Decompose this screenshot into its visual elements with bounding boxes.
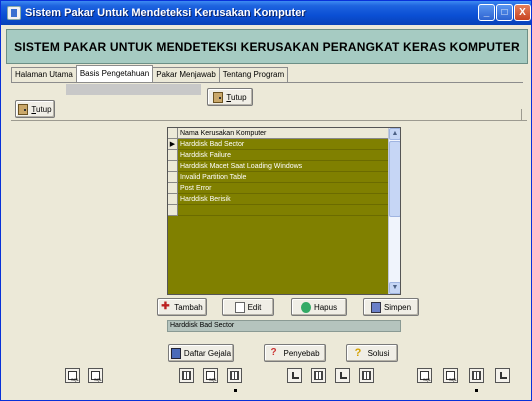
table-cell[interactable]: Invalid Partition Table bbox=[179, 172, 246, 183]
edit-label: Edit bbox=[247, 302, 262, 312]
table-row[interactable]: Harddisk Berisik bbox=[168, 194, 388, 205]
tab-basis-pengetahuan[interactable]: Basis Pengetahuan bbox=[75, 65, 154, 82]
row-indicator bbox=[168, 128, 178, 139]
save-icon bbox=[370, 301, 381, 313]
grid-icon[interactable] bbox=[469, 368, 484, 383]
sql-icon[interactable] bbox=[65, 368, 80, 383]
add-icon: ✚ bbox=[161, 300, 170, 312]
scroll-thumb[interactable] bbox=[389, 141, 400, 217]
edit-icon bbox=[234, 301, 245, 313]
door-icon bbox=[18, 103, 29, 115]
simpen-button[interactable]: Simpen bbox=[363, 298, 419, 316]
tab-halaman-utama[interactable]: Halaman Utama bbox=[11, 67, 77, 82]
focus-dot bbox=[475, 389, 478, 392]
tab-bar: Halaman Utama Basis Pengetahuan Pakar Me… bbox=[11, 65, 289, 83]
row-indicator bbox=[168, 194, 178, 205]
table-row-empty[interactable] bbox=[168, 205, 388, 216]
current-row-icon: ▶ bbox=[168, 139, 178, 150]
delete-icon bbox=[300, 301, 311, 313]
grid-icon[interactable] bbox=[227, 368, 242, 383]
row-indicator bbox=[168, 161, 178, 172]
table-row[interactable]: Harddisk Failure bbox=[168, 150, 388, 161]
data-grid[interactable]: Nama Kerusakan Komputer ▶ Harddisk Bad S… bbox=[167, 127, 401, 295]
table-row[interactable]: Invalid Partition Table bbox=[168, 172, 388, 183]
table-cell[interactable]: Harddisk Bad Sector bbox=[179, 139, 244, 150]
table-cell[interactable]: Harddisk Macet Saat Loading Windows bbox=[179, 161, 302, 172]
row-indicator bbox=[168, 150, 178, 161]
tambah-button[interactable]: ✚ Tambah bbox=[157, 298, 207, 316]
grid-header-row: Nama Kerusakan Komputer bbox=[168, 128, 388, 139]
grid-icon[interactable] bbox=[179, 368, 194, 383]
table-cell[interactable]: Post Error bbox=[179, 183, 212, 194]
tambah-label: Tambah bbox=[174, 302, 203, 312]
tab-divider bbox=[11, 82, 523, 83]
panel-divider-side bbox=[521, 109, 522, 120]
hapus-label: Hapus bbox=[313, 302, 338, 312]
column-header[interactable]: Nama Kerusakan Komputer bbox=[179, 128, 266, 139]
tutup-button-left[interactable]: Tutup bbox=[15, 100, 55, 118]
gray-strip bbox=[66, 84, 201, 95]
grid-icon[interactable] bbox=[311, 368, 326, 383]
help-icon: ? bbox=[354, 346, 362, 359]
simpen-label: Simpen bbox=[383, 302, 412, 312]
tutup-label: Tutup bbox=[31, 104, 52, 114]
door-icon bbox=[213, 91, 224, 103]
row-indicator bbox=[168, 183, 178, 194]
table-row[interactable]: Harddisk Macet Saat Loading Windows bbox=[168, 161, 388, 172]
sql-icon[interactable] bbox=[417, 368, 432, 383]
scroll-down-icon[interactable]: ▼ bbox=[389, 282, 400, 294]
grid-icon[interactable] bbox=[359, 368, 374, 383]
maximize-button[interactable]: □ bbox=[496, 4, 513, 21]
daftar-gejala-button[interactable]: Daftar Gejala bbox=[168, 344, 234, 362]
penyebab-button[interactable]: ? Penyebab bbox=[264, 344, 326, 362]
tutup-label: Tutup bbox=[226, 92, 247, 102]
table-cell[interactable]: Harddisk Failure bbox=[179, 150, 231, 161]
close-button[interactable]: X bbox=[514, 4, 531, 21]
scroll-up-icon[interactable]: ▲ bbox=[389, 128, 400, 140]
hapus-button[interactable]: Hapus bbox=[291, 298, 347, 316]
table-row[interactable]: ▶ Harddisk Bad Sector bbox=[168, 139, 388, 150]
daftar-gejala-label: Daftar Gejala bbox=[183, 348, 232, 358]
arrow-icon[interactable] bbox=[495, 368, 510, 383]
vertical-scrollbar[interactable]: ▲ ▼ bbox=[388, 128, 400, 294]
tab-tentang-program[interactable]: Tentang Program bbox=[218, 67, 289, 82]
arrow-icon[interactable] bbox=[287, 368, 302, 383]
app-icon bbox=[7, 6, 21, 20]
window-title: Sistem Pakar Untuk Mendeteksi Kerusakan … bbox=[25, 7, 306, 19]
focus-dot bbox=[234, 389, 237, 392]
header-title: SISTEM PAKAR UNTUK MENDETEKSI KERUSAKAN … bbox=[14, 39, 520, 54]
table-row[interactable]: Post Error bbox=[168, 183, 388, 194]
minimize-button[interactable]: _ bbox=[478, 4, 495, 21]
sql-icon[interactable] bbox=[203, 368, 218, 383]
tab-pakar-menjawab[interactable]: Pakar Menjawab bbox=[152, 67, 220, 82]
tutup-button-right[interactable]: Tutup bbox=[207, 88, 253, 106]
row-indicator bbox=[168, 172, 178, 183]
arrow-icon[interactable] bbox=[335, 368, 350, 383]
selected-value-field: Harddisk Bad Sector bbox=[167, 320, 401, 332]
title-bar[interactable]: Sistem Pakar Untuk Mendeteksi Kerusakan … bbox=[1, 1, 531, 25]
list-icon bbox=[170, 347, 181, 359]
sql-icon[interactable] bbox=[443, 368, 458, 383]
question-icon: ? bbox=[270, 346, 277, 358]
solusi-button[interactable]: ? Solusi bbox=[346, 344, 398, 362]
app-header: SISTEM PAKAR UNTUK MENDETEKSI KERUSAKAN … bbox=[6, 29, 528, 64]
app-window: Sistem Pakar Untuk Mendeteksi Kerusakan … bbox=[0, 0, 532, 401]
sql-icon[interactable] bbox=[88, 368, 103, 383]
row-indicator bbox=[168, 205, 178, 216]
penyebab-label: Penyebab bbox=[283, 348, 320, 358]
table-cell[interactable]: Harddisk Berisik bbox=[179, 194, 231, 205]
panel-divider-top bbox=[11, 120, 527, 121]
solusi-label: Solusi bbox=[367, 348, 390, 358]
edit-button[interactable]: Edit bbox=[222, 298, 274, 316]
